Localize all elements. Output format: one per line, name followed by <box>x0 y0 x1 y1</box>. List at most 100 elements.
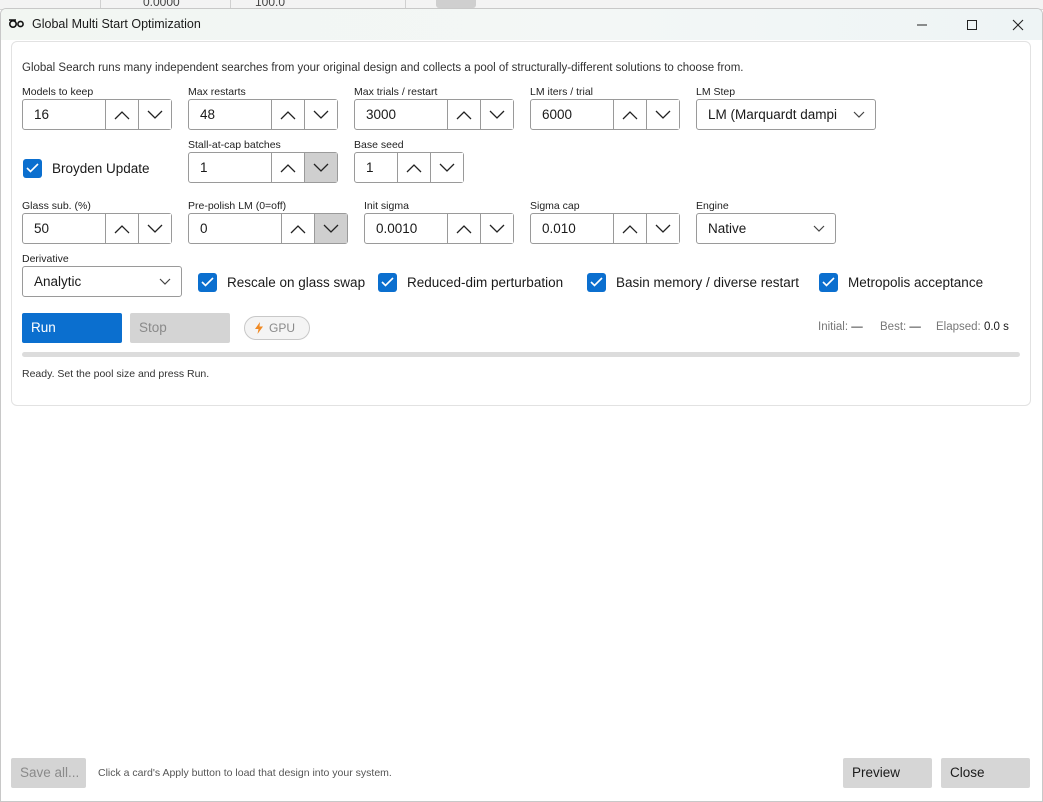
maximize-button[interactable] <box>949 9 995 40</box>
checkbox-box <box>198 272 217 292</box>
save-all-button[interactable]: Save all... <box>11 758 86 788</box>
base-seed-increment-button[interactable] <box>397 153 430 182</box>
chevron-down-icon <box>313 110 329 119</box>
max-restarts-decrement-button[interactable] <box>304 100 337 129</box>
title-bar[interactable]: Global Multi Start Optimization <box>1 9 1042 40</box>
chevron-down-icon <box>147 110 163 119</box>
close-window-button[interactable] <box>995 9 1041 40</box>
lightning-icon <box>255 322 263 334</box>
reduced-dim-perturbation-label: Reduced-dim perturbation <box>407 274 564 290</box>
preview-button[interactable]: Preview <box>843 758 932 788</box>
elapsed-value: 0.0 s <box>983 321 1009 333</box>
max-trials-decrement-button[interactable] <box>480 100 513 129</box>
stall-at-cap-input[interactable]: 1 <box>189 153 271 182</box>
initial-label: Initial: <box>818 321 849 333</box>
close-button[interactable]: Close <box>941 758 1030 788</box>
basin-memory-checkbox[interactable]: Basin memory / diverse restart <box>587 272 799 292</box>
chevron-down-icon <box>813 225 825 232</box>
reduced-dim-perturbation-checkbox[interactable]: Reduced-dim perturbation <box>378 272 563 292</box>
chevron-down-icon <box>323 224 339 233</box>
init-sigma-decrement-button[interactable] <box>480 214 513 243</box>
max-restarts-stepper: 48 <box>188 99 338 130</box>
engine-label: Engine <box>696 200 729 212</box>
pre-polish-lm-label: Pre-polish LM (0=off) <box>188 200 287 212</box>
checkbox-box <box>23 158 42 178</box>
pre-polish-lm-decrement-button[interactable] <box>314 214 347 243</box>
stall-at-cap-increment-button[interactable] <box>271 153 304 182</box>
lm-step-dropdown[interactable]: LM (Marquardt dampi <box>696 99 876 130</box>
minimize-button[interactable] <box>899 9 945 40</box>
chevron-up-icon <box>290 224 306 233</box>
models-to-keep-stepper: 16 <box>22 99 172 130</box>
lm-step-value: LM (Marquardt dampi <box>708 107 838 122</box>
checkbox-box <box>819 272 838 292</box>
best-label: Best: <box>880 321 907 333</box>
models-to-keep-increment-button[interactable] <box>105 100 138 129</box>
lm-iters-stepper: 6000 <box>530 99 680 130</box>
models-to-keep-input[interactable]: 16 <box>23 100 105 129</box>
lm-iters-increment-button[interactable] <box>613 100 646 129</box>
window-title: Global Multi Start Optimization <box>32 17 201 31</box>
lm-iters-decrement-button[interactable] <box>646 100 679 129</box>
max-trials-increment-button[interactable] <box>447 100 480 129</box>
max-restarts-label: Max restarts <box>188 86 246 98</box>
derivative-dropdown[interactable]: Analytic <box>22 266 182 297</box>
base-seed-stepper: 1 <box>354 152 464 183</box>
rescale-on-glass-swap-checkbox[interactable]: Rescale on glass swap <box>198 272 365 292</box>
chevron-up-icon <box>280 110 296 119</box>
sigma-cap-label: Sigma cap <box>530 200 580 212</box>
checkmark-icon <box>26 163 39 173</box>
stop-button[interactable]: Stop <box>130 313 230 343</box>
base-seed-input[interactable]: 1 <box>355 153 397 182</box>
chevron-down-icon <box>313 163 329 172</box>
pre-polish-lm-input[interactable]: 0 <box>189 214 281 243</box>
checkmark-icon <box>381 277 394 287</box>
derivative-value: Analytic <box>34 274 82 289</box>
lm-step-label: LM Step <box>696 86 736 98</box>
initial-value: — <box>851 321 863 333</box>
glass-sub-increment-button[interactable] <box>105 214 138 243</box>
max-trials-input[interactable]: 3000 <box>355 100 447 129</box>
init-sigma-input[interactable]: 0.0010 <box>365 214 447 243</box>
max-restarts-input[interactable]: 48 <box>189 100 271 129</box>
elapsed-stat: Elapsed: 0.0 s <box>936 321 1009 333</box>
chevron-down-icon <box>853 111 865 118</box>
derivative-label: Derivative <box>22 253 69 265</box>
stall-at-cap-decrement-button[interactable] <box>304 153 337 182</box>
chevron-down-icon <box>489 110 505 119</box>
checkmark-icon <box>201 277 214 287</box>
sigma-cap-increment-button[interactable] <box>613 214 646 243</box>
glass-sub-decrement-button[interactable] <box>138 214 171 243</box>
rescale-on-glass-swap-label: Rescale on glass swap <box>227 274 366 290</box>
broyden-update-label: Broyden Update <box>52 160 150 176</box>
engine-value: Native <box>708 221 747 236</box>
init-sigma-stepper: 0.0010 <box>364 213 514 244</box>
background-scroll-thumb <box>436 0 476 8</box>
chevron-up-icon <box>622 224 638 233</box>
lm-iters-input[interactable]: 6000 <box>531 100 613 129</box>
best-value: — <box>909 321 921 333</box>
pre-polish-lm-increment-button[interactable] <box>281 214 314 243</box>
sigma-cap-decrement-button[interactable] <box>646 214 679 243</box>
checkbox-box <box>378 272 397 292</box>
footer-hint: Click a card's Apply button to load that… <box>98 767 392 779</box>
chevron-down-icon <box>655 110 671 119</box>
lm-iters-label: LM iters / trial <box>530 86 594 98</box>
run-button[interactable]: Run <box>22 313 122 343</box>
base-seed-decrement-button[interactable] <box>430 153 463 182</box>
checkmark-icon <box>590 277 603 287</box>
engine-dropdown[interactable]: Native <box>696 213 836 244</box>
models-to-keep-decrement-button[interactable] <box>138 100 171 129</box>
basin-memory-label: Basin memory / diverse restart <box>616 274 800 290</box>
chevron-down-icon <box>147 224 163 233</box>
glass-sub-stepper: 50 <box>22 213 172 244</box>
glass-sub-input[interactable]: 50 <box>23 214 105 243</box>
models-to-keep-label: Models to keep <box>22 86 94 98</box>
gpu-button[interactable]: GPU <box>244 316 310 340</box>
stall-at-cap-stepper: 1 <box>188 152 338 183</box>
init-sigma-increment-button[interactable] <box>447 214 480 243</box>
broyden-update-checkbox[interactable]: Broyden Update <box>23 158 150 178</box>
metropolis-acceptance-checkbox[interactable]: Metropolis acceptance <box>819 272 983 292</box>
max-restarts-increment-button[interactable] <box>271 100 304 129</box>
sigma-cap-input[interactable]: 0.010 <box>531 214 613 243</box>
